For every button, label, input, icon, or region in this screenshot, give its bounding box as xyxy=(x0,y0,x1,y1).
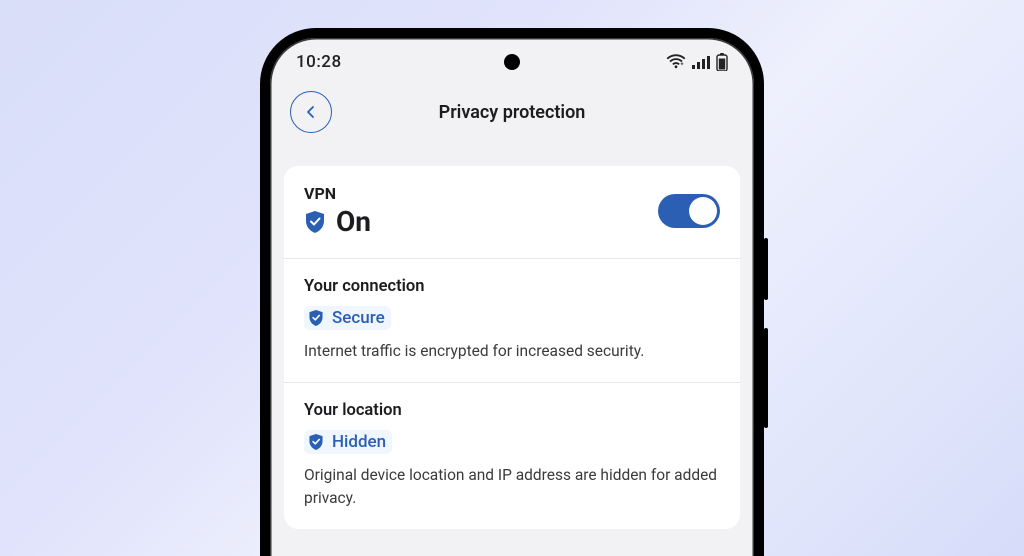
status-time: 10:28 xyxy=(296,52,342,72)
vpn-section: VPN On xyxy=(284,166,740,258)
connection-title: Your connection xyxy=(304,277,720,296)
signal-icon xyxy=(692,55,710,69)
connection-badge-text: Secure xyxy=(332,308,385,328)
back-button[interactable] xyxy=(290,91,332,133)
location-badge-text: Hidden xyxy=(332,432,386,452)
status-bar: 10:28 + xyxy=(270,38,754,86)
location-badge: Hidden xyxy=(304,430,392,454)
connection-section: Your connection Secure Internet traffic … xyxy=(284,258,740,382)
vpn-status: On xyxy=(336,205,371,238)
settings-card: VPN On Your connec xyxy=(284,166,740,529)
shield-check-icon xyxy=(304,210,326,234)
location-desc: Original device location and IP address … xyxy=(304,464,720,509)
content: VPN On Your connec xyxy=(270,138,754,529)
location-title: Your location xyxy=(304,401,720,420)
vpn-label: VPN xyxy=(304,184,371,203)
svg-text:+: + xyxy=(681,62,684,68)
shield-check-icon xyxy=(308,433,324,451)
chevron-left-icon xyxy=(304,105,318,119)
shield-check-icon xyxy=(308,309,324,327)
status-icons: + xyxy=(666,53,728,71)
connection-desc: Internet traffic is encrypted for increa… xyxy=(304,340,720,362)
side-button[interactable] xyxy=(764,238,768,300)
page-title: Privacy protection xyxy=(439,102,586,123)
nav-bar: Privacy protection xyxy=(270,86,754,138)
location-section: Your location Hidden Original device loc… xyxy=(284,382,740,529)
toggle-knob xyxy=(689,197,717,225)
camera-hole xyxy=(504,54,520,70)
connection-badge: Secure xyxy=(304,306,391,330)
battery-icon xyxy=(716,53,728,71)
wifi-icon: + xyxy=(666,54,686,70)
phone-frame: 10:28 + Privacy pro xyxy=(260,28,764,556)
vpn-toggle[interactable] xyxy=(658,194,720,228)
side-button[interactable] xyxy=(764,328,768,428)
